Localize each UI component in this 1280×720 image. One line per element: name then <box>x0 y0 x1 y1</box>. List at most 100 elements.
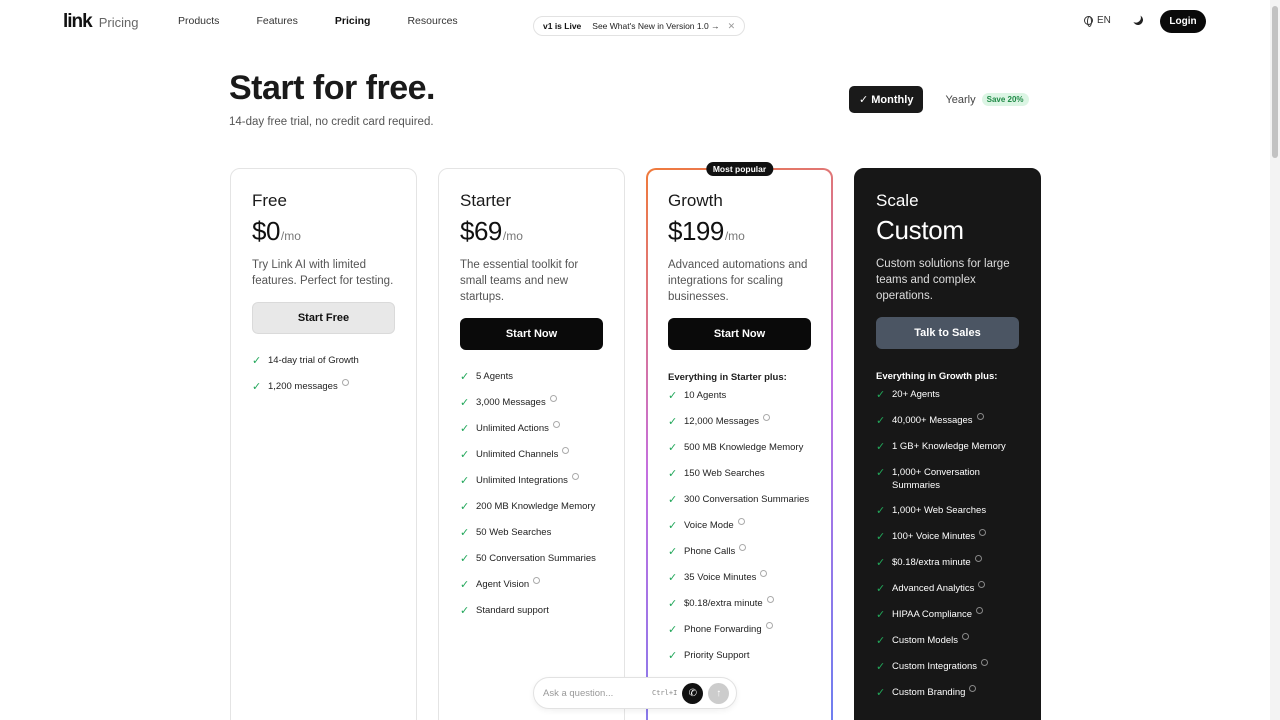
feature-label: Agent Vision <box>476 579 530 590</box>
feature-item: ✓ 35 Voice Minutes <box>668 570 811 585</box>
feature-label: 5 Agents <box>476 371 513 382</box>
feature-item: ✓ Unlimited Integrations <box>460 473 603 488</box>
feature-label: 20+ Agents <box>892 389 940 400</box>
info-icon[interactable] <box>969 685 977 692</box>
feature-item: ✓ 40,000+ Messages <box>876 413 1019 428</box>
check-icon: ✓ <box>252 355 262 367</box>
logo[interactable]: link Pricing <box>63 11 138 33</box>
check-icon: ✓ <box>668 572 678 584</box>
check-icon: ✓ <box>668 468 678 480</box>
info-icon[interactable] <box>766 596 774 603</box>
feature-label: 14-day trial of Growth <box>268 355 359 366</box>
moon-icon[interactable] <box>1131 13 1145 27</box>
feature-label: Custom Models <box>892 635 958 646</box>
info-icon[interactable] <box>981 659 989 666</box>
feature-item: ✓ 20+ Agents <box>876 388 1019 402</box>
plan-price: $199 <box>668 216 724 246</box>
feature-label: Standard support <box>476 605 549 616</box>
check-icon: ✓ <box>876 505 886 517</box>
login-button[interactable]: Login <box>1160 10 1206 33</box>
info-icon[interactable] <box>533 577 541 584</box>
info-icon[interactable] <box>739 544 747 551</box>
announcement-banner[interactable]: v1 is Live See What's New in Version 1.0… <box>533 16 746 36</box>
nav-link-pricing[interactable]: Pricing <box>335 15 371 27</box>
check-icon: ✓ <box>876 415 886 427</box>
check-icon: ✓ <box>876 557 886 569</box>
info-icon[interactable] <box>978 581 986 588</box>
check-icon: ✓ <box>668 546 678 558</box>
close-icon[interactable]: ✕ <box>728 21 736 32</box>
info-icon[interactable] <box>962 633 969 640</box>
check-icon: ✓ <box>876 441 886 453</box>
feature-item: ✓ $0.18/extra minute <box>876 555 1019 570</box>
info-icon[interactable] <box>760 570 768 577</box>
feature-item: ✓ Phone Forwarding <box>668 622 811 637</box>
feature-label: HIPAA Compliance <box>892 609 973 620</box>
page-scrollbar[interactable] <box>1270 0 1280 720</box>
send-arrow-icon[interactable]: ↑ <box>708 682 730 704</box>
info-icon[interactable] <box>976 413 984 420</box>
info-icon[interactable] <box>552 421 560 428</box>
check-icon: ✓ <box>876 609 886 621</box>
feature-label: Advanced Analytics <box>892 583 975 594</box>
plan-name: Scale <box>876 191 919 210</box>
feature-item: ✓ 50 Web Searches <box>460 526 603 540</box>
feature-label: $0.18/extra minute <box>684 598 763 609</box>
feature-label: Priority Support <box>684 650 750 661</box>
logo-mark: link <box>63 11 93 32</box>
plan-description: Custom solutions for large teams and com… <box>876 258 1010 302</box>
plan-price: $69 <box>460 216 502 246</box>
start-free-button[interactable]: Start Free <box>252 302 395 334</box>
language-selector[interactable]: EN <box>1084 15 1111 27</box>
feature-item: ✓ Custom Models <box>876 633 1019 648</box>
info-icon[interactable] <box>341 379 349 386</box>
nav-link-resources[interactable]: Resources <box>407 15 457 27</box>
info-icon[interactable] <box>562 447 570 454</box>
nav-link-features[interactable]: Features <box>256 15 297 27</box>
plan-card-starter: Starter $69 /mo The essential toolkit fo… <box>438 168 625 720</box>
yearly-toggle-button[interactable]: Yearly <box>945 94 975 106</box>
feature-item: ✓ 150 Web Searches <box>668 467 811 481</box>
info-icon[interactable] <box>976 607 984 614</box>
plan-description: Advanced automations and integrations fo… <box>668 259 808 303</box>
start-now-button[interactable]: Start Now <box>668 318 811 350</box>
feature-item: ✓ Voice Mode <box>668 518 811 533</box>
feature-item: ✓ 300 Conversation Summaries <box>668 493 811 507</box>
start-now-button[interactable]: Start Now <box>460 318 603 350</box>
nav-link-products[interactable]: Products <box>178 15 219 27</box>
info-icon[interactable] <box>765 622 773 629</box>
check-icon: ✓ <box>876 661 886 673</box>
feature-label: 100+ Voice Minutes <box>892 531 976 542</box>
feature-label: 3,000 Messages <box>476 397 546 408</box>
monthly-toggle-button[interactable]: ✓ Monthly <box>849 86 924 113</box>
info-icon[interactable] <box>737 518 745 525</box>
check-icon: ✓ <box>876 531 886 543</box>
feature-item: ✓ 1,200 messages <box>252 379 395 394</box>
phone-icon[interactable]: ✆ <box>682 682 704 704</box>
info-icon[interactable] <box>979 529 987 536</box>
feature-label: 35 Voice Minutes <box>684 572 757 583</box>
check-icon: ✓ <box>460 449 470 461</box>
feature-label: Phone Calls <box>684 546 736 557</box>
info-icon[interactable] <box>549 395 557 402</box>
info-icon[interactable] <box>571 473 579 480</box>
ask-question-input[interactable] <box>543 687 643 699</box>
price-unit: /mo <box>724 229 745 243</box>
feature-item: ✓ 12,000 Messages <box>668 414 811 429</box>
announcement-message[interactable]: See What's New in Version 1.0 → <box>592 21 719 31</box>
talk-to-sales-button[interactable]: Talk to Sales <box>876 317 1019 349</box>
check-icon: ✓ <box>668 520 678 532</box>
check-icon: ✓ <box>668 416 678 428</box>
info-icon[interactable] <box>974 555 982 562</box>
feature-label: 1,200 messages <box>268 381 338 392</box>
plan-card-scale: Scale Custom Custom solutions for large … <box>854 168 1041 720</box>
feature-item: ✓ Phone Calls <box>668 544 811 559</box>
scrollbar-thumb[interactable] <box>1272 6 1278 158</box>
feature-list: ✓ 20+ Agents ✓ 40,000+ Messages ✓ 1 GB+ Kno… <box>876 388 1019 700</box>
price-unit: /mo <box>280 229 301 243</box>
info-icon[interactable] <box>763 414 770 421</box>
feature-item: ✓ Unlimited Channels <box>460 447 603 462</box>
feature-label: Custom Branding <box>892 687 966 698</box>
language-label: EN <box>1097 15 1111 26</box>
feature-item: ✓ 1,000+ Conversation Summaries <box>876 466 1019 492</box>
